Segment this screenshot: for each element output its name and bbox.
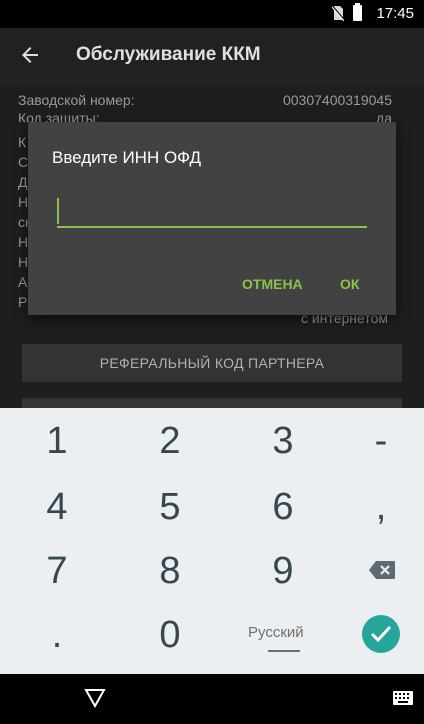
input-underline [57, 226, 367, 228]
key-1[interactable]: 1 [17, 420, 97, 463]
inn-input[interactable] [57, 196, 367, 228]
referral-code-button[interactable]: РЕФЕРАЛЬНЫЙ КОД ПАРТНЕРА [22, 344, 402, 382]
info-row-label: Код защиты: [18, 110, 100, 122]
key-8[interactable]: 8 [130, 550, 210, 593]
key-3[interactable]: 3 [243, 420, 323, 463]
ok-button[interactable]: ОК [340, 276, 359, 292]
inn-dialog: Введите ИНН ОФД ОТМЕНА ОК [28, 122, 396, 315]
key-comma[interactable]: , [341, 486, 421, 529]
info-row-label: А [18, 274, 28, 290]
back-arrow-icon[interactable] [18, 43, 42, 67]
page-title: Обслуживание ККМ [76, 44, 261, 65]
key-minus[interactable]: - [341, 420, 421, 463]
key-5[interactable]: 5 [130, 486, 210, 529]
no-sim-icon [332, 5, 344, 21]
next-button[interactable] [22, 398, 402, 408]
info-row-label: Н [18, 194, 29, 210]
info-row-label: Д [18, 174, 28, 190]
info-row-value: да [376, 110, 392, 122]
navigation-bar [0, 674, 424, 724]
checkmark-icon [370, 625, 392, 643]
status-time: 17:45 [376, 5, 414, 22]
info-row-label: С [18, 154, 29, 170]
info-row-value: 00307400319045 [282, 92, 392, 108]
key-7[interactable]: 7 [17, 550, 97, 593]
status-bar: 17:45 [0, 0, 424, 28]
backspace-icon[interactable] [368, 560, 396, 580]
info-row-label: К [18, 134, 27, 150]
numeric-keyboard: 1 2 3 - 4 5 6 , 7 8 9 . 0 Русский [0, 408, 424, 674]
dialog-title: Введите ИНН ОФД [52, 148, 202, 167]
info-row-label: Н [18, 234, 29, 250]
info-row-label: Н [18, 254, 29, 270]
cancel-button[interactable]: ОТМЕНА [242, 276, 303, 292]
space-bar-indicator [268, 650, 300, 652]
language-key[interactable]: Русский [248, 624, 304, 641]
info-row: Код защиты: да [18, 110, 392, 122]
key-0[interactable]: 0 [130, 614, 210, 657]
key-4[interactable]: 4 [17, 486, 97, 529]
battery-icon [353, 3, 362, 21]
back-triangle-icon[interactable] [84, 688, 106, 708]
key-6[interactable]: 6 [243, 486, 323, 529]
key-period[interactable]: . [17, 614, 97, 657]
info-row-label: Р [18, 294, 28, 310]
keyboard-switch-icon[interactable] [392, 690, 414, 706]
info-row-label: Заводской номер: [18, 92, 135, 108]
enter-button[interactable] [362, 615, 400, 653]
app-bar: Обслуживание ККМ [0, 28, 424, 86]
key-2[interactable]: 2 [130, 420, 210, 463]
key-9[interactable]: 9 [243, 550, 323, 593]
